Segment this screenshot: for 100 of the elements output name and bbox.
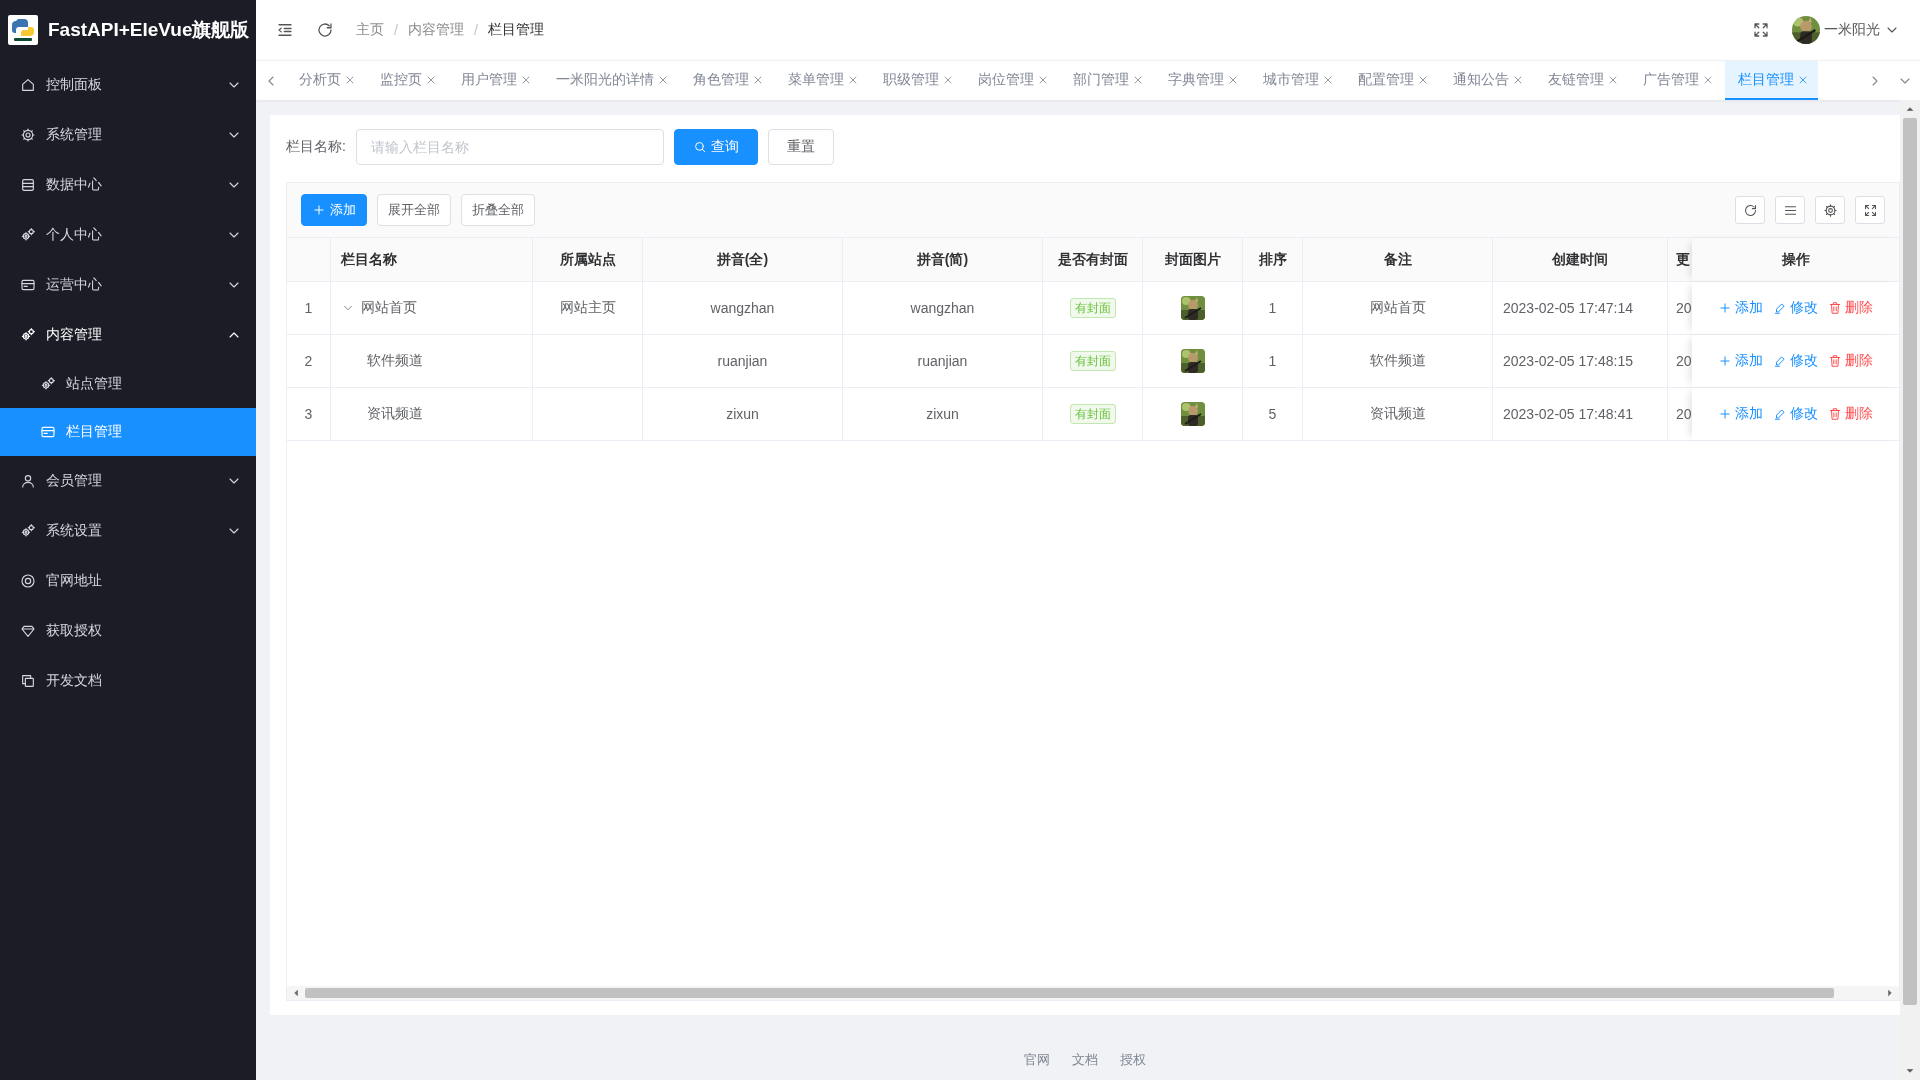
collapse-all-button[interactable]: 折叠全部 xyxy=(461,194,535,226)
reset-button[interactable]: 重置 xyxy=(767,129,834,165)
refresh-button[interactable] xyxy=(1735,196,1765,224)
tab[interactable]: 通知公告 xyxy=(1440,61,1533,100)
tab[interactable]: 一米阳光的详情 xyxy=(543,61,678,100)
table-cell: 1 xyxy=(1243,335,1303,387)
field-label: 栏目名称: xyxy=(286,138,346,156)
expand-all-button[interactable]: 展开全部 xyxy=(377,194,451,226)
table-cell: 网站首页 xyxy=(1303,282,1493,334)
search-button[interactable]: 查询 xyxy=(673,129,758,165)
search-field[interactable]: 请输入栏目名称 xyxy=(355,129,664,165)
edit-link[interactable]: 修改 xyxy=(1773,352,1818,370)
tab[interactable]: 菜单管理 xyxy=(775,61,868,100)
tab[interactable]: 监控页 xyxy=(367,61,446,100)
tab[interactable]: 广告管理 xyxy=(1630,61,1723,100)
tab[interactable]: 配置管理 xyxy=(1345,61,1438,100)
tab[interactable]: 分析页 xyxy=(286,61,365,100)
scroll-left-icon[interactable] xyxy=(291,988,301,998)
tab[interactable]: 职级管理 xyxy=(870,61,963,100)
sidebar-item[interactable]: 内容管理 xyxy=(0,310,256,360)
edit-link[interactable]: 修改 xyxy=(1773,405,1818,423)
sidebar-item[interactable]: 站点管理 xyxy=(0,360,256,408)
status-tag: 有封面 xyxy=(1069,298,1116,318)
horizontal-scrollbar[interactable] xyxy=(287,986,1899,1000)
tab[interactable]: 岗位管理 xyxy=(965,61,1058,100)
gears-icon xyxy=(40,376,56,392)
fullscreen-button[interactable] xyxy=(1855,196,1885,224)
plus-icon xyxy=(1718,354,1732,368)
ring-icon xyxy=(20,573,36,589)
table-cell: zixun xyxy=(643,388,843,440)
scroll-up-icon[interactable] xyxy=(1905,104,1915,114)
tab[interactable]: 字典管理 xyxy=(1155,61,1248,100)
database-icon xyxy=(20,177,36,193)
footer-link[interactable]: 官网 xyxy=(1024,1051,1050,1069)
plus-icon xyxy=(1718,301,1732,315)
tab[interactable]: 友链管理 xyxy=(1535,61,1628,100)
table-cell-text: 20 xyxy=(1675,405,1692,424)
pencil-icon xyxy=(1773,354,1787,368)
menu-fold-icon[interactable] xyxy=(276,21,294,39)
tab[interactable]: 部门管理 xyxy=(1060,61,1153,100)
footer-link[interactable]: 授权 xyxy=(1120,1051,1146,1069)
scrollbar-thumb[interactable] xyxy=(305,988,1834,998)
app-title: FastAPI+EleVue旗舰版 xyxy=(48,18,250,42)
scroll-down-icon[interactable] xyxy=(1905,1066,1915,1076)
user-name[interactable]: 一米阳光 xyxy=(1824,21,1880,39)
sidebar-item[interactable]: 官网地址 xyxy=(0,556,256,606)
add-link[interactable]: 添加 xyxy=(1718,405,1763,423)
add-link[interactable]: 添加 xyxy=(1718,352,1763,370)
sidebar-item[interactable]: 开发文档 xyxy=(0,656,256,706)
sidebar-item[interactable]: 系统设置 xyxy=(0,506,256,556)
table-cell: 2023-02-05 17:47:14 xyxy=(1493,282,1668,334)
tab[interactable]: 用户管理 xyxy=(448,61,541,100)
breadcrumb-item: 栏目管理 xyxy=(487,21,544,39)
user-icon xyxy=(20,473,36,489)
plus-icon xyxy=(312,203,326,217)
scroll-right-icon[interactable] xyxy=(1885,988,1895,998)
refresh-icon[interactable] xyxy=(316,21,334,39)
scrollbar-thumb[interactable] xyxy=(1903,118,1917,1006)
trash-icon xyxy=(1828,354,1842,368)
tab[interactable]: 城市管理 xyxy=(1250,61,1343,100)
plus-icon xyxy=(1718,407,1732,421)
table-cell: 1 xyxy=(1243,282,1303,334)
add-link[interactable]: 添加 xyxy=(1718,299,1763,317)
sidebar-item[interactable]: 个人中心 xyxy=(0,210,256,260)
fullscreen-icon[interactable] xyxy=(1752,21,1770,39)
trash-icon xyxy=(1828,407,1842,421)
tab[interactable]: 角色管理 xyxy=(680,61,773,100)
sidebar-item[interactable]: 系统管理 xyxy=(0,110,256,160)
table-cell: 网站首页 xyxy=(331,282,533,334)
column-header: 更 xyxy=(1675,249,1691,269)
breadcrumb-item[interactable]: 内容管理 xyxy=(407,21,464,39)
delete-link[interactable]: 删除 xyxy=(1828,299,1873,317)
table-cell: 资讯频道 xyxy=(331,388,533,440)
settings-icon xyxy=(1822,202,1838,218)
breadcrumb-item[interactable]: 主页 xyxy=(356,21,384,39)
column-list-button[interactable] xyxy=(1775,196,1805,224)
column-header: 封面图片 xyxy=(1143,238,1243,281)
edit-link[interactable]: 修改 xyxy=(1773,299,1818,317)
add-button[interactable]: 添加 xyxy=(301,194,367,226)
table-cell: 资讯频道 xyxy=(1303,388,1493,440)
settings-button[interactable] xyxy=(1815,196,1845,224)
table-cell: 1 xyxy=(287,282,331,334)
sidebar-item[interactable]: 控制面板 xyxy=(0,60,256,110)
table-cell: ruanjian xyxy=(643,335,843,387)
footer-link[interactable]: 文档 xyxy=(1072,1051,1098,1069)
card-icon xyxy=(40,424,56,440)
delete-link[interactable]: 删除 xyxy=(1828,405,1873,423)
delete-link[interactable]: 删除 xyxy=(1828,352,1873,370)
sidebar-item[interactable]: 会员管理 xyxy=(0,456,256,506)
sidebar-item[interactable]: 运营中心 xyxy=(0,260,256,310)
column-header: 是否有封面 xyxy=(1043,238,1143,281)
vertical-scrollbar[interactable] xyxy=(1900,100,1920,1080)
sidebar-item[interactable]: 获取授权 xyxy=(0,606,256,656)
table-cell: 2 xyxy=(287,335,331,387)
sidebar-item[interactable]: 数据中心 xyxy=(0,160,256,210)
tab[interactable]: 栏目管理 xyxy=(1725,61,1818,100)
table-cell: 网站主页 xyxy=(533,282,643,334)
gears-icon xyxy=(20,523,36,539)
table-cell: ruanjian xyxy=(843,335,1043,387)
sidebar-item[interactable]: 栏目管理 xyxy=(0,408,256,456)
